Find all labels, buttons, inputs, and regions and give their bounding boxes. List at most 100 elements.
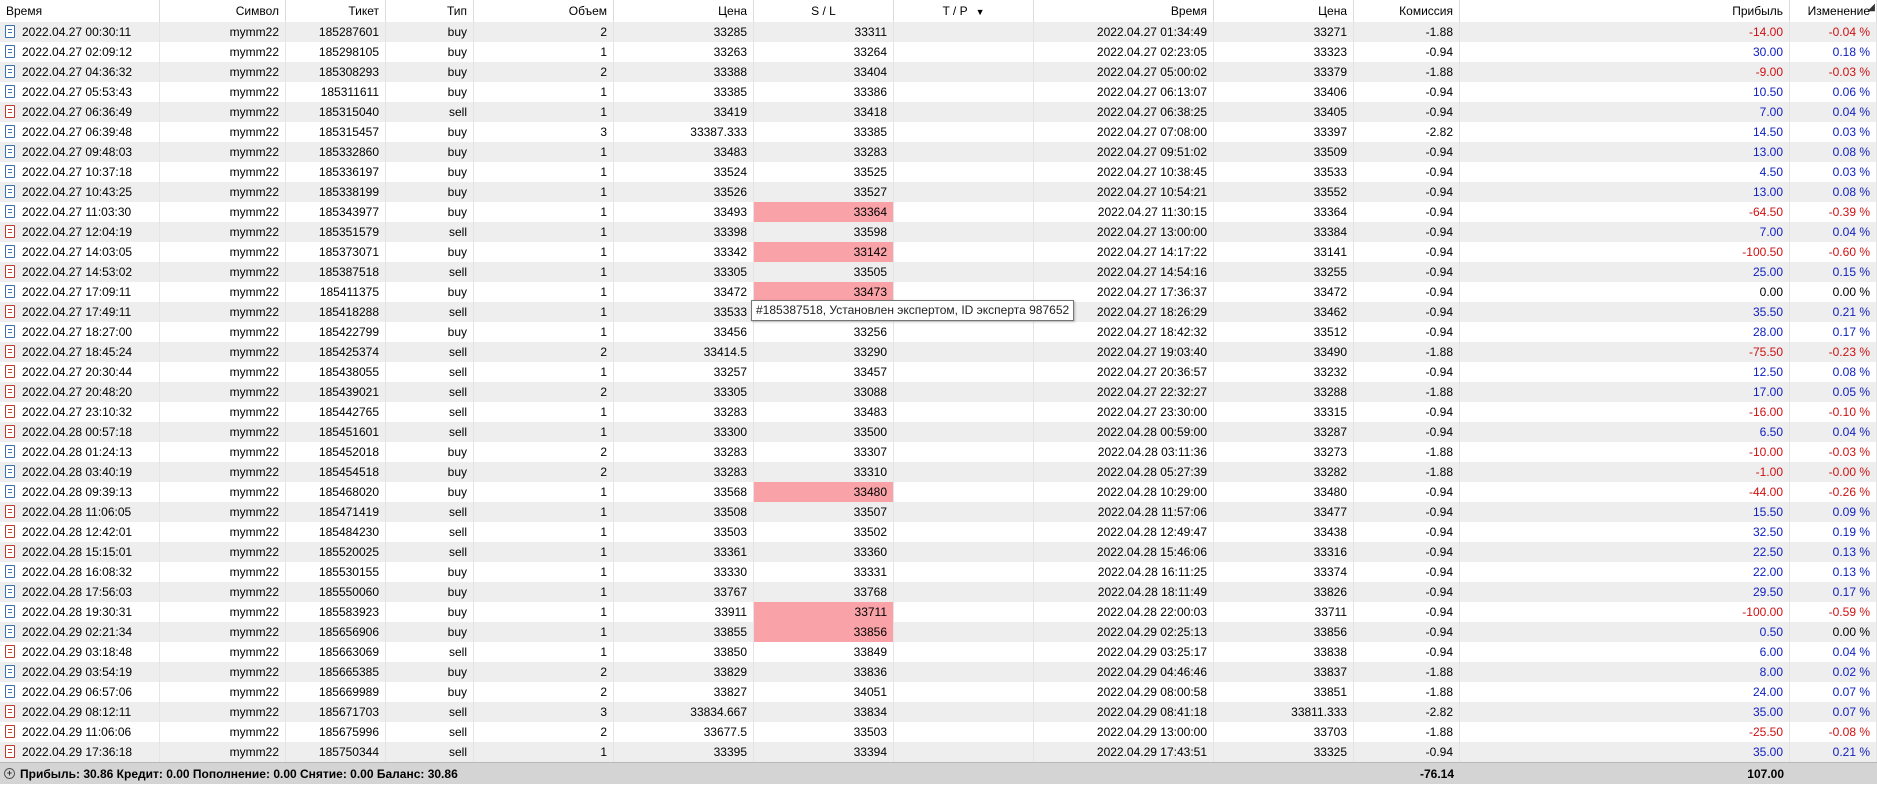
table-row[interactable]: 2022.04.29 03:18:48 mymm22 185663069 sell 1 3…	[0, 642, 1877, 662]
expand-icon[interactable]: +	[4, 768, 15, 779]
cell-type: sell	[386, 262, 474, 282]
cell-price: 33283	[614, 402, 754, 422]
table-row[interactable]: 2022.04.27 14:53:02 mymm22 185387518 sell 1 3…	[0, 262, 1877, 282]
column-header-change[interactable]: Изменение	[1790, 0, 1877, 22]
table-row[interactable]: 2022.04.27 06:39:48 mymm22 185315457 buy 3 33…	[0, 122, 1877, 142]
cell-time: 2022.04.27 20:48:20	[0, 382, 160, 402]
cell-volume: 1	[474, 642, 614, 662]
table-row[interactable]: 2022.04.29 08:12:11 mymm22 185671703 sell 3 3…	[0, 702, 1877, 722]
cell-sl: 33394	[754, 742, 894, 762]
column-header-time[interactable]: Время	[0, 0, 160, 22]
table-row[interactable]: 2022.04.27 14:03:05 mymm22 185373071 buy 1 33…	[0, 242, 1877, 262]
cell-close-price: 33490	[1214, 342, 1354, 362]
table-row[interactable]: 2022.04.27 09:48:03 mymm22 185332860 buy 1 33…	[0, 142, 1877, 162]
open-time: 2022.04.27 06:39:48	[22, 125, 133, 139]
table-row[interactable]: 2022.04.27 05:53:43 mymm22 185311611 buy 1 33…	[0, 82, 1877, 102]
column-header-type[interactable]: Тип	[386, 0, 474, 22]
table-row[interactable]: 2022.04.27 18:45:24 mymm22 185425374 sell 2 3…	[0, 342, 1877, 362]
cell-ticket: 185315040	[286, 102, 386, 122]
cell-volume: 1	[474, 102, 614, 122]
cell-ticket: 185451601	[286, 422, 386, 442]
column-header-profit[interactable]: Прибыль	[1460, 0, 1790, 22]
table-row[interactable]: 2022.04.27 20:48:20 mymm22 185439021 sell 2 3…	[0, 382, 1877, 402]
cell-price: 33834.667	[614, 702, 754, 722]
column-header-price[interactable]: Цена	[614, 0, 754, 22]
table-row[interactable]: 2022.04.27 00:30:11 mymm22 185287601 buy 2 33…	[0, 22, 1877, 42]
column-header-volume[interactable]: Объем	[474, 0, 614, 22]
cell-sl: 33331	[754, 562, 894, 582]
column-header-label: Изменение	[1807, 4, 1870, 18]
cell-sl: 33525	[754, 162, 894, 182]
column-header-commission[interactable]: Комиссия	[1354, 0, 1460, 22]
table-row[interactable]: 2022.04.27 04:36:32 mymm22 185308293 buy 2 33…	[0, 62, 1877, 82]
column-header-tp[interactable]: T / P ▼	[894, 0, 1034, 22]
column-header-close-price[interactable]: Цена	[1214, 0, 1354, 22]
cell-profit: 4.50	[1460, 162, 1790, 182]
table-row[interactable]: 2022.04.28 03:40:19 mymm22 185454518 buy 2 33…	[0, 462, 1877, 482]
table-row[interactable]: 2022.04.28 01:24:13 mymm22 185452018 buy 2 33…	[0, 442, 1877, 462]
table-row[interactable]: 2022.04.27 12:04:19 mymm22 185351579 sell 1 3…	[0, 222, 1877, 242]
sl-tooltip: #185387518, Установлен экспертом, ID экс…	[751, 300, 1075, 321]
cell-price: 33827	[614, 682, 754, 702]
table-row[interactable]: 2022.04.28 19:30:31 mymm22 185583923 buy 1 33…	[0, 602, 1877, 622]
cell-volume: 1	[474, 582, 614, 602]
cell-sl: 33283	[754, 142, 894, 162]
cell-profit: 30.00	[1460, 42, 1790, 62]
cell-close-price: 33512	[1214, 322, 1354, 342]
table-row[interactable]: 2022.04.29 17:36:18 mymm22 185750344 sell 1 3…	[0, 742, 1877, 762]
cell-ticket: 185438055	[286, 362, 386, 382]
table-row[interactable]: 2022.04.29 11:06:06 mymm22 185675996 sell 2 3…	[0, 722, 1877, 742]
table-row[interactable]: 2022.04.27 18:27:00 mymm22 185422799 buy 1 33…	[0, 322, 1877, 342]
cell-time: 2022.04.28 00:57:18	[0, 422, 160, 442]
cell-volume: 2	[474, 442, 614, 462]
cell-change: -0.04 %	[1790, 22, 1877, 42]
column-header-label: Время	[1170, 4, 1207, 18]
table-row[interactable]: 2022.04.28 16:08:32 mymm22 185530155 buy 1 33…	[0, 562, 1877, 582]
cell-type: sell	[386, 722, 474, 742]
open-time: 2022.04.28 17:56:03	[22, 585, 133, 599]
table-row[interactable]: 2022.04.28 15:15:01 mymm22 185520025 sell 1 3…	[0, 542, 1877, 562]
table-row[interactable]: 2022.04.29 03:54:19 mymm22 185665385 buy 2 33…	[0, 662, 1877, 682]
table-row[interactable]: 2022.04.27 10:37:18 mymm22 185336197 buy 1 33…	[0, 162, 1877, 182]
cell-volume: 2	[474, 462, 614, 482]
cell-profit: -100.50	[1460, 242, 1790, 262]
column-header-ticket[interactable]: Тикет	[286, 0, 386, 22]
cell-price: 33526	[614, 182, 754, 202]
cell-change: 0.04 %	[1790, 222, 1877, 242]
table-row[interactable]: 2022.04.27 20:30:44 mymm22 185438055 sell 1 3…	[0, 362, 1877, 382]
column-header-close-time[interactable]: Время	[1034, 0, 1214, 22]
table-row[interactable]: 2022.04.27 06:36:49 mymm22 185315040 sell 1 3…	[0, 102, 1877, 122]
table-row[interactable]: 2022.04.27 11:03:30 mymm22 185343977 buy 1 33…	[0, 202, 1877, 222]
cell-symbol: mymm22	[160, 102, 286, 122]
cell-volume: 1	[474, 602, 614, 622]
buy-order-icon	[5, 625, 15, 638]
cell-change: -0.60 %	[1790, 242, 1877, 262]
table-row[interactable]: 2022.04.28 17:56:03 mymm22 185550060 buy 1 33…	[0, 582, 1877, 602]
table-row[interactable]: 2022.04.28 00:57:18 mymm22 185451601 sell 1 3…	[0, 422, 1877, 442]
cell-type: sell	[386, 222, 474, 242]
sell-order-icon	[5, 265, 15, 278]
cell-type: buy	[386, 242, 474, 262]
table-row[interactable]: 2022.04.27 02:09:12 mymm22 185298105 buy 1 33…	[0, 42, 1877, 62]
cell-price: 33283	[614, 462, 754, 482]
cell-price: 33414.5	[614, 342, 754, 362]
table-row[interactable]: 2022.04.29 06:57:06 mymm22 185669989 buy 2 33…	[0, 682, 1877, 702]
table-row[interactable]: 2022.04.28 09:39:13 mymm22 185468020 buy 1 33…	[0, 482, 1877, 502]
table-row[interactable]: 2022.04.28 12:42:01 mymm22 185484230 sell 1 3…	[0, 522, 1877, 542]
cell-ticket: 185439021	[286, 382, 386, 402]
open-time: 2022.04.27 10:37:18	[22, 165, 133, 179]
column-header-symbol[interactable]: Символ	[160, 0, 286, 22]
table-row[interactable]: 2022.04.28 11:06:05 mymm22 185471419 sell 1 3…	[0, 502, 1877, 522]
table-row[interactable]: 2022.04.27 10:43:25 mymm22 185338199 buy 1 33…	[0, 182, 1877, 202]
cell-change: -0.39 %	[1790, 202, 1877, 222]
cell-close-price: 33325	[1214, 742, 1354, 762]
cell-close-time: 2022.04.27 17:36:37	[1034, 282, 1214, 302]
cell-symbol: mymm22	[160, 302, 286, 322]
cell-time: 2022.04.27 18:27:00	[0, 322, 160, 342]
column-header-sl[interactable]: S / L	[754, 0, 894, 22]
table-row[interactable]: 2022.04.29 02:21:34 mymm22 185656906 buy 1 33…	[0, 622, 1877, 642]
cell-ticket: 185471419	[286, 502, 386, 522]
cell-change: 0.21 %	[1790, 302, 1877, 322]
table-row[interactable]: 2022.04.27 17:09:11 mymm22 185411375 buy 1 33…	[0, 282, 1877, 302]
table-row[interactable]: 2022.04.27 23:10:32 mymm22 185442765 sell 1 3…	[0, 402, 1877, 422]
